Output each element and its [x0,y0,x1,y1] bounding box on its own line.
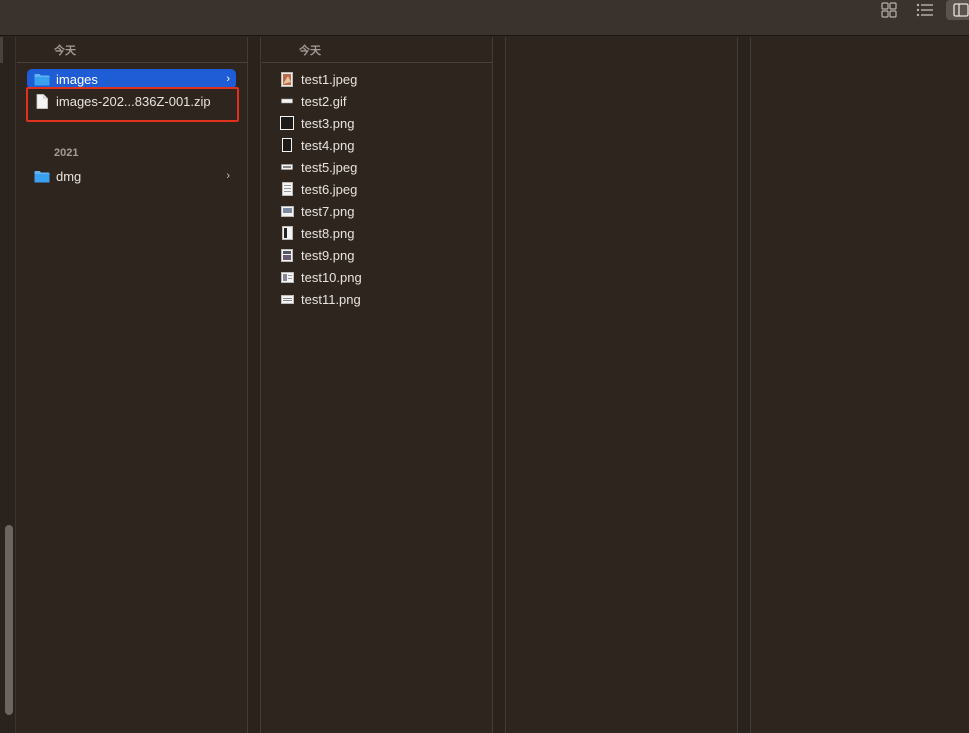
image-thumb-icon [279,203,295,219]
list-item-label: test11.png [301,291,361,307]
image-thumb-icon [279,71,295,87]
list-item-label: test1.jpeg [301,71,358,87]
list-item-file[interactable]: test1.jpeg [279,69,479,89]
image-thumb-icon [279,181,295,197]
list-item-label: test5.jpeg [301,159,358,175]
vertical-scrollbar[interactable] [5,525,13,715]
list-item-label: test6.jpeg [301,181,358,197]
browser-column-2: 今天 test1.jpeg test2.gif test3.png test4.… [262,37,492,733]
column-resize-handle[interactable] [492,37,506,733]
image-thumb-icon [279,269,295,285]
list-item-file[interactable]: test10.png [279,267,479,287]
image-thumb-icon [279,159,295,175]
list-item-label: test10.png [301,269,362,285]
list-item-label: test4.png [301,137,355,153]
section-header-today: 今天 [299,45,321,57]
list-item-file[interactable]: test6.jpeg [279,179,479,199]
image-thumb-icon [279,93,295,109]
list-item-file[interactable]: test3.png [279,113,479,133]
folder-icon [34,71,50,87]
list-item-label: images [56,71,98,87]
list-item-label: test7.png [301,203,355,219]
section-header-today: 今天 [54,45,76,57]
browser-column-3 [507,37,737,733]
finder-toolbar [0,0,969,36]
list-item-file[interactable]: test7.png [279,201,479,221]
browser-column-1: 今天 images › images-202...836Z-001.zip 20… [17,37,247,733]
list-item-file[interactable]: test9.png [279,245,479,265]
image-thumb-icon [279,225,295,241]
list-item-label: test2.gif [301,93,347,109]
list-item-dmg-folder[interactable]: dmg › [27,166,236,186]
highlight-annotation-box [26,87,239,122]
column-resize-handle[interactable] [247,37,261,733]
image-thumb-icon [279,247,295,263]
column-view-icon[interactable] [946,0,969,20]
image-thumb-icon [279,115,295,131]
section-header-2021: 2021 [54,147,79,159]
list-item-file[interactable]: test11.png [279,289,479,309]
list-item-images-folder[interactable]: images › [27,69,236,89]
image-thumb-icon [279,137,295,153]
divider [262,62,492,63]
grid-view-icon[interactable] [877,0,901,20]
chevron-right-icon: › [226,170,230,182]
list-item-label: test3.png [301,115,355,131]
list-item-file[interactable]: test4.png [279,135,479,155]
folder-icon [34,168,50,184]
image-thumb-icon [279,291,295,307]
column-resize-handle[interactable] [737,37,751,733]
list-item-label: test9.png [301,247,355,263]
list-view-icon[interactable] [913,0,937,20]
list-item-label: test8.png [301,225,355,241]
divider [17,62,247,63]
list-item-file[interactable]: test5.jpeg [279,157,479,177]
chevron-right-icon: › [226,73,230,85]
list-item-file[interactable]: test8.png [279,223,479,243]
list-item-file[interactable]: test2.gif [279,91,479,111]
sidebar-edge-marker [0,37,3,63]
preview-pane [752,37,969,733]
list-item-label: dmg [56,168,82,184]
